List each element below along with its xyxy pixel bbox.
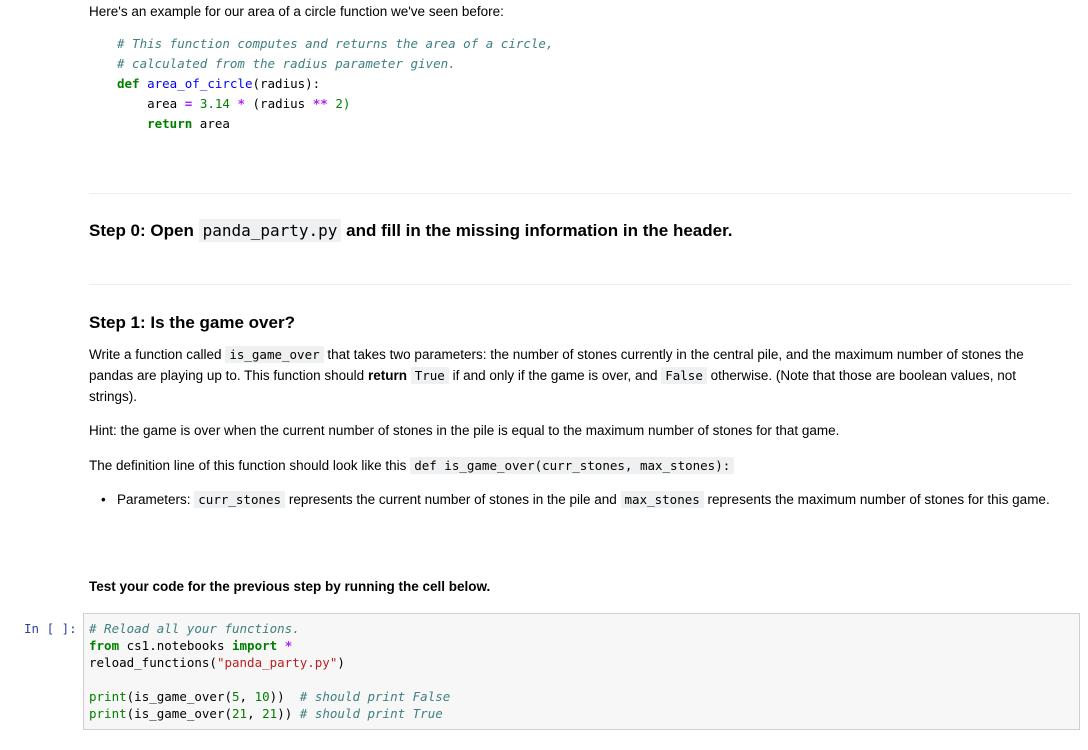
code-number: 10	[254, 689, 270, 704]
code-number: 5	[232, 689, 240, 704]
code-keyword: return	[147, 116, 193, 131]
hint-text: Hint: the game is over when the current …	[89, 423, 840, 438]
code-sep: ,	[247, 706, 263, 721]
step0-filename: panda_party.py	[198, 219, 342, 242]
test-label: Test your code for the previous step by …	[89, 579, 491, 594]
code-number: 2)	[335, 96, 351, 111]
example-code-block: # This function computes and returns the…	[117, 34, 554, 134]
code-keyword: from	[89, 638, 120, 653]
code-number: 3.14	[199, 96, 230, 111]
code-comment: # Reload all your functions.	[89, 621, 300, 636]
text: Parameters:	[117, 492, 195, 507]
code-keyword: import	[232, 638, 278, 653]
code-operator: **	[312, 96, 328, 111]
step1-description: Write a function called is_game_over tha…	[89, 344, 1064, 407]
code-comment: # This function computes and returns the…	[117, 36, 554, 51]
code-paren: )	[337, 655, 345, 670]
code-sep: ,	[239, 689, 255, 704]
code-operator: =	[184, 96, 193, 111]
inline-code: def is_game_over(curr_stones, max_stones…	[410, 457, 735, 474]
code-operator: *	[237, 96, 245, 111]
inline-code: max_stones	[620, 491, 704, 508]
text: The definition line of this function sho…	[89, 458, 411, 473]
text: represents the maximum number of stones …	[703, 492, 1050, 507]
inline-code: curr_stones	[194, 491, 286, 508]
code-var: area	[199, 116, 230, 131]
code-operator: *	[284, 638, 293, 653]
step0-prefix: Step 0: Open	[89, 221, 199, 240]
code-keyword: def	[117, 76, 140, 91]
code-builtin: print	[89, 706, 127, 721]
parameters-list: • Parameters: curr_stones represents the…	[101, 489, 1051, 510]
step0-heading: Step 0: Open panda_party.py and fill in …	[89, 219, 732, 243]
intro-text: Here's an example for our area of a circ…	[89, 4, 504, 19]
inline-code: True	[410, 367, 449, 384]
parameters-item: Parameters: curr_stones represents the c…	[117, 489, 1051, 510]
code-number: 21	[232, 706, 248, 721]
step1-heading: Step 1: Is the game over?	[89, 313, 295, 332]
text: represents the current number of stones …	[285, 492, 621, 507]
code-paren: ))	[277, 706, 300, 721]
code-function-name: area_of_circle	[147, 76, 253, 91]
code-comment: # calculated from the radius parameter g…	[117, 56, 456, 71]
code-builtin: print	[89, 689, 127, 704]
code-number: 21	[262, 706, 278, 721]
divider	[89, 284, 1071, 285]
step0-suffix: and fill in the missing information in t…	[341, 221, 733, 240]
code-cell-editor[interactable]: # Reload all your functions. from cs1.no…	[89, 620, 450, 722]
inline-code: False	[661, 367, 707, 384]
bullet: •	[101, 492, 106, 507]
cell-prompt: In [ ]:	[24, 621, 77, 636]
code-paren: ))	[269, 689, 300, 704]
text: Write a function called	[89, 347, 226, 362]
definition-line: The definition line of this function sho…	[89, 455, 1064, 476]
code-call: reload_functions(	[89, 655, 217, 670]
code-comment: # should print True	[299, 706, 443, 721]
code-expr: (radius	[252, 96, 306, 111]
code-var: area	[147, 96, 178, 111]
code-call: (is_game_over(	[126, 706, 232, 721]
code-call: (is_game_over(	[126, 689, 232, 704]
inline-code: is_game_over	[225, 346, 324, 363]
code-params: (radius):	[252, 76, 321, 91]
bold-text: return	[367, 368, 407, 383]
code-module: cs1.notebooks	[119, 638, 232, 653]
text: if and only if the game is over, and	[448, 368, 662, 383]
code-string: "panda_party.py"	[216, 655, 338, 670]
code-comment: # should print False	[299, 689, 451, 704]
divider	[89, 193, 1071, 194]
code-cell[interactable]: # Reload all your functions. from cs1.no…	[83, 613, 1080, 730]
